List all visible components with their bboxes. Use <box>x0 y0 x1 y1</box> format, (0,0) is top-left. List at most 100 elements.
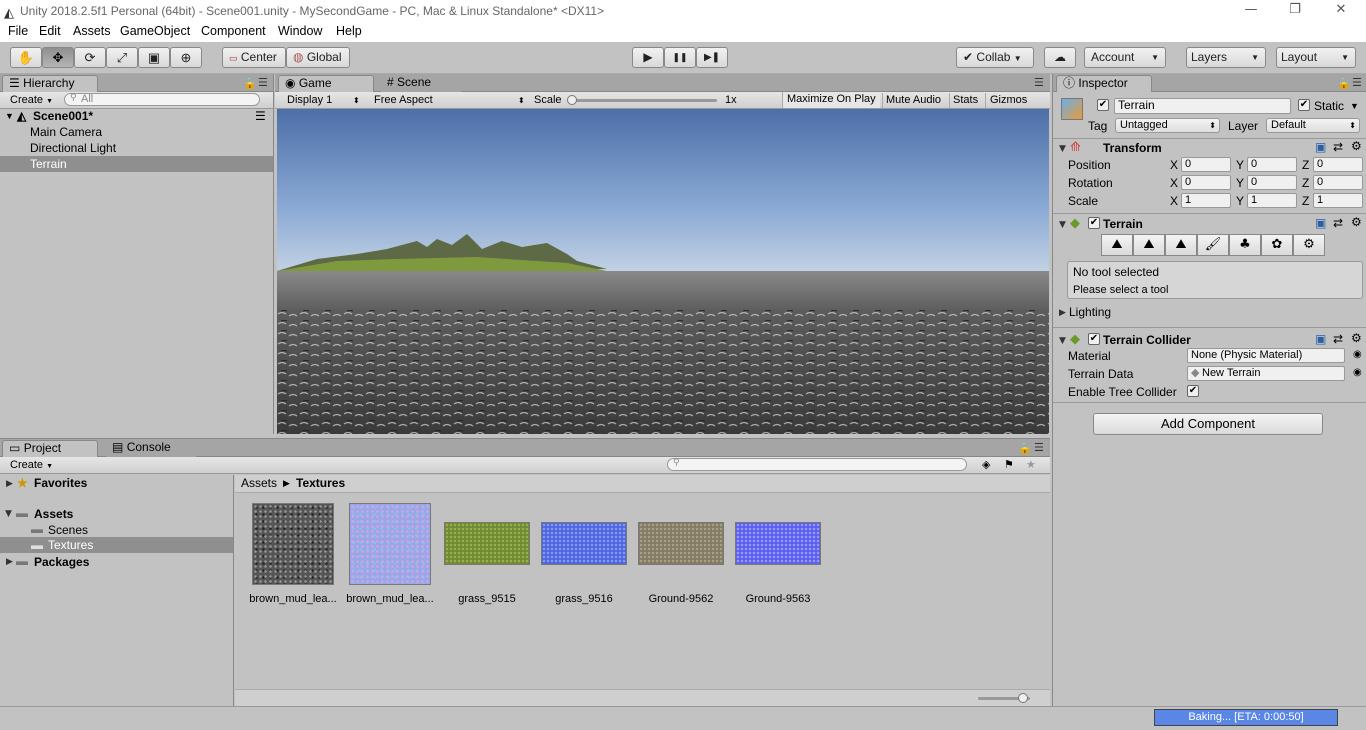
scale-z-field[interactable]: 1 <box>1313 193 1363 208</box>
cloud-button[interactable]: ☁ <box>1044 47 1076 68</box>
position-x-field[interactable]: 0 <box>1181 157 1231 172</box>
menu-file[interactable]: File <box>8 24 28 38</box>
scale-y-field[interactable]: 1 <box>1247 193 1297 208</box>
pivot-center-button[interactable]: ▭ Center <box>222 47 286 68</box>
panel-menu-icon[interactable]: ☰ <box>1352 76 1362 89</box>
expand-arrow-icon[interactable]: ▼ <box>5 509 12 519</box>
panel-menu-icon[interactable]: ☰ <box>1034 441 1044 454</box>
help-icon[interactable]: ▣ <box>1315 216 1326 230</box>
asset-tile[interactable]: Ground-9562 <box>633 503 729 613</box>
tree-collider-checkbox[interactable]: ✔ <box>1187 385 1199 397</box>
scene-row[interactable]: ▼ ◭ Scene001* ☰ <box>0 108 273 124</box>
tree-textures-row[interactable]: ▬ Textures <box>0 537 233 553</box>
preset-icon[interactable]: ⇄ <box>1333 216 1343 230</box>
maximize-on-play-toggle[interactable]: Maximize On Play <box>782 92 880 108</box>
gear-icon[interactable]: ⚙ <box>1351 331 1362 345</box>
paint-texture-tool[interactable]: 🖌 <box>1197 234 1229 256</box>
active-checkbox[interactable]: ✔ <box>1097 99 1109 111</box>
static-checkbox[interactable]: ✔ <box>1298 99 1310 111</box>
terrain-settings-tool[interactable]: ⚙ <box>1293 234 1325 256</box>
expand-arrow-icon[interactable]: ▶ <box>6 557 13 567</box>
tree-assets[interactable]: Assets <box>34 507 73 521</box>
tab-inspector[interactable]: ⓘ Inspector <box>1056 75 1152 92</box>
tree-scenes[interactable]: Scenes <box>48 523 88 537</box>
rotation-x-field[interactable]: 0 <box>1181 175 1231 190</box>
pause-button[interactable]: ❚❚ <box>664 47 696 68</box>
tab-hierarchy[interactable]: ☰ Hierarchy <box>2 75 98 92</box>
close-button[interactable]: ✕ <box>1318 0 1364 22</box>
collapse-arrow-icon[interactable]: ▼ <box>1059 144 1066 154</box>
tab-project[interactable]: ▭ Project <box>2 440 98 457</box>
game-viewport[interactable] <box>277 109 1049 434</box>
lock-icon[interactable]: 🔒 <box>1337 77 1351 90</box>
position-y-field[interactable]: 0 <box>1247 157 1297 172</box>
object-name-field[interactable]: Terrain <box>1114 98 1291 114</box>
play-button[interactable]: ▶ <box>632 47 664 68</box>
hierarchy-item-main-camera[interactable]: Main Camera <box>0 124 273 140</box>
expand-arrow-icon[interactable]: ▶ <box>1059 308 1066 318</box>
move-tool-button[interactable]: ✥ <box>42 47 74 68</box>
preset-icon[interactable]: ⇄ <box>1333 140 1343 154</box>
paint-details-tool[interactable]: ✿ <box>1261 234 1293 256</box>
project-search-input[interactable]: ⚲ <box>667 458 967 471</box>
scale-x-field[interactable]: 1 <box>1181 193 1231 208</box>
rotate-tool-button[interactable]: ⟳ <box>74 47 106 68</box>
account-dropdown[interactable]: Account ▼ <box>1084 47 1166 68</box>
preset-icon[interactable]: ⇄ <box>1333 332 1343 346</box>
tab-scene[interactable]: # Scene <box>381 75 461 92</box>
collider-enabled-checkbox[interactable]: ✔ <box>1088 333 1100 345</box>
layers-dropdown[interactable]: Layers ▼ <box>1186 47 1266 68</box>
menu-edit[interactable]: Edit <box>39 24 61 38</box>
gear-icon[interactable]: ⚙ <box>1351 215 1362 229</box>
smooth-height-tool[interactable]: ⛰ <box>1165 234 1197 256</box>
menu-assets[interactable]: Assets <box>73 24 111 38</box>
hierarchy-item-directional-light[interactable]: Directional Light <box>0 140 273 156</box>
global-space-button[interactable]: ◍ Global <box>286 47 350 68</box>
breadcrumb-textures[interactable]: Textures <box>296 476 345 490</box>
hand-tool-button[interactable]: ✋ <box>10 47 42 68</box>
asset-tile[interactable]: brown_mud_lea... <box>342 503 438 613</box>
place-trees-tool[interactable]: ♣ <box>1229 234 1261 256</box>
hierarchy-search-input[interactable]: ⚲ All <box>64 93 260 106</box>
dropdown-arrow-icon[interactable]: ▼ <box>1350 99 1359 113</box>
tab-console[interactable]: ▤ Console <box>106 440 196 457</box>
asset-tile[interactable]: grass_9516 <box>536 503 632 613</box>
icon-size-slider-handle[interactable] <box>1018 693 1028 703</box>
paint-height-tool[interactable]: ⛰ <box>1133 234 1165 256</box>
object-picker-icon[interactable]: ◉ <box>1353 366 1362 380</box>
asset-tile[interactable]: brown_mud_lea... <box>245 503 341 613</box>
panel-menu-icon[interactable]: ☰ <box>258 76 268 89</box>
layer-dropdown[interactable]: Default <box>1266 118 1360 133</box>
expand-arrow-icon[interactable]: ▶ <box>6 479 13 489</box>
help-icon[interactable]: ▣ <box>1315 140 1326 154</box>
minimize-button[interactable]: — <box>1228 0 1274 22</box>
gear-icon[interactable]: ⚙ <box>1351 139 1362 153</box>
tab-game[interactable]: ◉ Game <box>278 75 374 92</box>
lock-icon[interactable]: 🔒 <box>1018 442 1032 455</box>
tree-favorites[interactable]: Favorites <box>34 476 87 490</box>
maximize-button[interactable]: ❐ <box>1272 0 1318 22</box>
layout-dropdown[interactable]: Layout ▼ <box>1276 47 1356 68</box>
rotation-y-field[interactable]: 0 <box>1247 175 1297 190</box>
scale-slider-track[interactable] <box>571 99 717 102</box>
scene-menu-icon[interactable]: ☰ <box>255 108 266 124</box>
position-z-field[interactable]: 0 <box>1313 157 1363 172</box>
add-component-button[interactable]: Add Component <box>1093 413 1323 435</box>
tag-dropdown[interactable]: Untagged <box>1115 118 1220 133</box>
scale-slider-handle[interactable] <box>567 95 577 105</box>
breadcrumb-assets[interactable]: Assets <box>241 476 277 490</box>
hierarchy-create-button[interactable]: Create ▼ <box>10 93 53 109</box>
aspect-dropdown[interactable]: Free Aspect <box>374 93 433 108</box>
filter-type-icon[interactable]: ◈ <box>982 458 990 473</box>
lock-icon[interactable]: 🔒 <box>243 77 257 90</box>
collab-dropdown[interactable]: ✔ Collab ▼ <box>956 47 1034 68</box>
rotation-z-field[interactable]: 0 <box>1313 175 1363 190</box>
panel-menu-icon[interactable]: ☰ <box>1034 76 1044 89</box>
terrain-data-field[interactable]: ◆ New Terrain <box>1187 366 1345 381</box>
filter-label-icon[interactable]: ⚑ <box>1004 458 1014 473</box>
asset-tile[interactable]: grass_9515 <box>439 503 535 613</box>
terrain-enabled-checkbox[interactable]: ✔ <box>1088 217 1100 229</box>
rect-tool-button[interactable]: ▣ <box>138 47 170 68</box>
lighting-foldout[interactable]: Lighting <box>1069 305 1111 319</box>
menu-gameobject[interactable]: GameObject <box>120 24 190 38</box>
